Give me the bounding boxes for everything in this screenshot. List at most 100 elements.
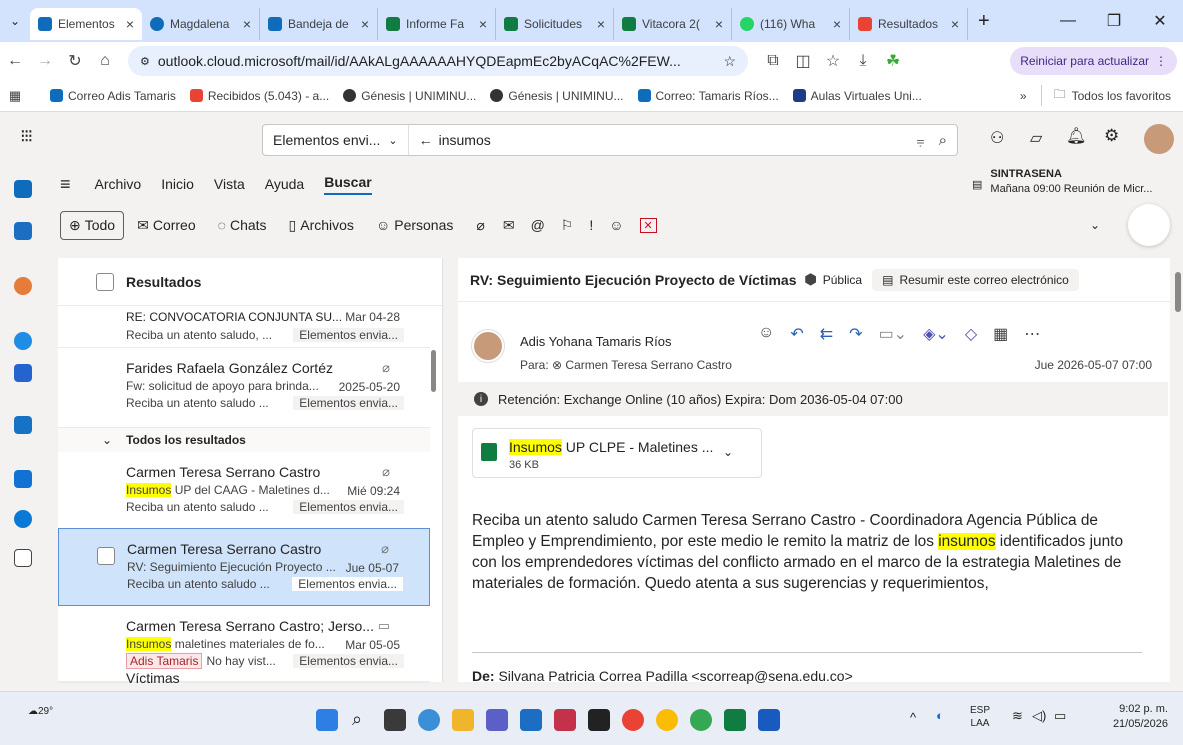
clear-filter-icon[interactable]: ✕ [639, 217, 657, 233]
unread-filter-icon[interactable]: ✉ [503, 217, 515, 234]
excel-icon[interactable] [724, 709, 746, 731]
close-icon[interactable]: × [243, 16, 251, 32]
flag-filter-icon[interactable]: ⚐ [561, 217, 574, 234]
bookmark-4[interactable]: Correo: Tamaris Ríos... [637, 89, 779, 103]
close-icon[interactable]: × [715, 16, 723, 32]
emoji-icon[interactable]: ☺ [758, 324, 774, 344]
loop-icon[interactable]: ◇ [965, 324, 977, 344]
profile-icon[interactable]: ☘ [878, 51, 908, 71]
star-icon[interactable]: ☆ [723, 53, 736, 70]
url-field[interactable]: ⚙ outlook.cloud.microsoft/mail/id/AAkALgA… [128, 46, 748, 76]
summarize-button[interactable]: ▤ Resumir este correo electrónico [872, 268, 1079, 291]
chrome-icon-2[interactable] [656, 709, 678, 731]
tab-7[interactable]: Resultados × [850, 8, 968, 40]
restore-icon[interactable]: ❐ [1091, 0, 1137, 42]
list-item[interactable]: RE: CONVOCATORIA CONJUNTA SU... Mar 04-2… [58, 306, 430, 348]
favorites-icon[interactable]: ☆ [818, 51, 848, 71]
list-item[interactable]: Víctimas [58, 670, 430, 686]
bookmark-2[interactable]: Génesis | UNIMINU... [343, 89, 476, 103]
search-icon[interactable]: ⌕ [939, 132, 947, 149]
task-view-icon[interactable] [384, 709, 406, 731]
window-close-icon[interactable]: ✕ [1137, 0, 1183, 42]
close-icon[interactable]: × [951, 16, 959, 32]
edge-tray-icon[interactable]: ◐ [936, 708, 944, 723]
reply-icon[interactable]: ↶ [790, 324, 803, 344]
all-favorites[interactable]: 🗀 Todos los favoritos [1040, 85, 1171, 106]
item-checkbox[interactable] [97, 547, 115, 565]
start-icon[interactable] [316, 709, 338, 731]
tab-5[interactable]: Vitacora 2(× [614, 8, 732, 40]
filters-chevron-icon[interactable]: ⌄ [1090, 218, 1100, 232]
close-icon[interactable]: × [833, 16, 841, 32]
copilot-icon[interactable] [418, 709, 440, 731]
filter-chats[interactable]: ◌ Chats [209, 211, 276, 239]
close-icon[interactable]: × [479, 16, 487, 32]
tab-search-chevron[interactable]: ⌄ [0, 14, 30, 28]
language-indicator[interactable]: ESP LAA [970, 704, 990, 730]
select-all-checkbox[interactable] [96, 272, 114, 291]
list-scrollbar[interactable] [431, 350, 436, 392]
recipient[interactable]: Para: ⊗ Carmen Teresa Serrano Castro [520, 358, 732, 372]
menu-archivo[interactable]: Archivo [95, 176, 142, 192]
menu-vista[interactable]: Vista [214, 176, 245, 192]
minimize-icon[interactable]: — [1045, 0, 1091, 42]
tab-4[interactable]: Solicitudes × [496, 8, 614, 40]
apps-icon[interactable]: ▦ [0, 88, 30, 104]
notes-icon[interactable] [588, 709, 610, 731]
teams-icon[interactable]: ⚇ [990, 128, 1004, 148]
bookmark-1[interactable]: Recibidos (5.043) - a... [189, 89, 329, 103]
weather-widget[interactable]: ☁29° [28, 706, 53, 717]
menu-buscar[interactable]: Buscar [324, 174, 372, 195]
m365-icon[interactable] [554, 709, 576, 731]
volume-icon[interactable]: ◁) [1032, 708, 1046, 724]
bookmark-5[interactable]: Aulas Virtuales Uni... [792, 89, 922, 103]
menu-inicio[interactable]: Inicio [161, 176, 194, 192]
explorer-icon[interactable] [452, 709, 474, 731]
home-icon[interactable]: ⌂ [90, 52, 120, 70]
bell-icon[interactable]: 🔔︎ [1066, 126, 1086, 146]
extensions-icon[interactable]: ⧉ [758, 52, 788, 70]
teams-share-icon[interactable]: ▭⌄ [879, 324, 908, 344]
site-info-icon[interactable]: ⚙ [140, 55, 150, 68]
bookmark-3[interactable]: Génesis | UNIMINU... [490, 89, 624, 103]
search-box[interactable]: Elementos envi... ⌄ ← insumos ⩦ ⌕ [262, 124, 958, 156]
chrome-icon-3[interactable] [690, 709, 712, 731]
more-bookmarks-icon[interactable]: » [1020, 89, 1027, 103]
battery-icon[interactable]: ▭ [1054, 708, 1066, 724]
bookmark-0[interactable]: Correo Adis Tamaris [50, 89, 176, 103]
search-input[interactable]: insumos [439, 132, 917, 148]
all-results-group[interactable]: ⌄ Todos los resultados [58, 428, 430, 452]
back-icon[interactable]: ← [0, 52, 30, 70]
clock[interactable]: 9:02 p. m. 21/05/2026 [1096, 702, 1168, 732]
calendar-icon[interactable] [520, 709, 542, 731]
hamburger-icon[interactable]: ≡ [60, 174, 71, 195]
sidebar-icon[interactable]: ◫ [788, 51, 818, 71]
more-apps-icon[interactable] [14, 549, 32, 567]
close-icon[interactable]: × [361, 16, 369, 32]
to-me-filter-icon[interactable]: ☺ [609, 217, 623, 233]
download-icon[interactable]: ⤓ [848, 52, 878, 70]
reading-scrollbar[interactable] [1175, 272, 1181, 312]
chrome-icon[interactable] [622, 709, 644, 731]
new-tab-icon[interactable]: + [978, 10, 990, 33]
chevron-down-icon[interactable]: ⌄ [723, 445, 733, 459]
mail-icon[interactable] [14, 180, 32, 198]
calendar-icon[interactable] [14, 222, 32, 240]
tab-2[interactable]: Bandeja de × [260, 8, 378, 40]
word-icon[interactable] [758, 709, 780, 731]
onedrive-icon[interactable] [14, 510, 32, 528]
pdf-icon[interactable]: ◈⌄ [923, 324, 949, 344]
restart-update-button[interactable]: Reiniciar para actualizar ⋮ [1010, 47, 1177, 75]
tab-0[interactable]: Elementos × [30, 8, 142, 40]
search-icon[interactable]: ⌕ [352, 709, 374, 731]
whiteboard-icon[interactable]: ▱ [1030, 128, 1042, 148]
org-icon[interactable] [14, 470, 32, 488]
tab-3[interactable]: Informe Fa × [378, 8, 496, 40]
apps-icon[interactable]: ▦ [993, 324, 1008, 344]
forward-icon[interactable]: ↷ [849, 324, 862, 344]
avatar[interactable] [1144, 124, 1174, 154]
back-arrow-icon[interactable]: ← [419, 132, 433, 148]
mention-filter-icon[interactable]: @ [531, 217, 545, 233]
tab-6[interactable]: (116) Wha × [732, 8, 850, 40]
tab-1[interactable]: Magdalena × [142, 8, 260, 40]
